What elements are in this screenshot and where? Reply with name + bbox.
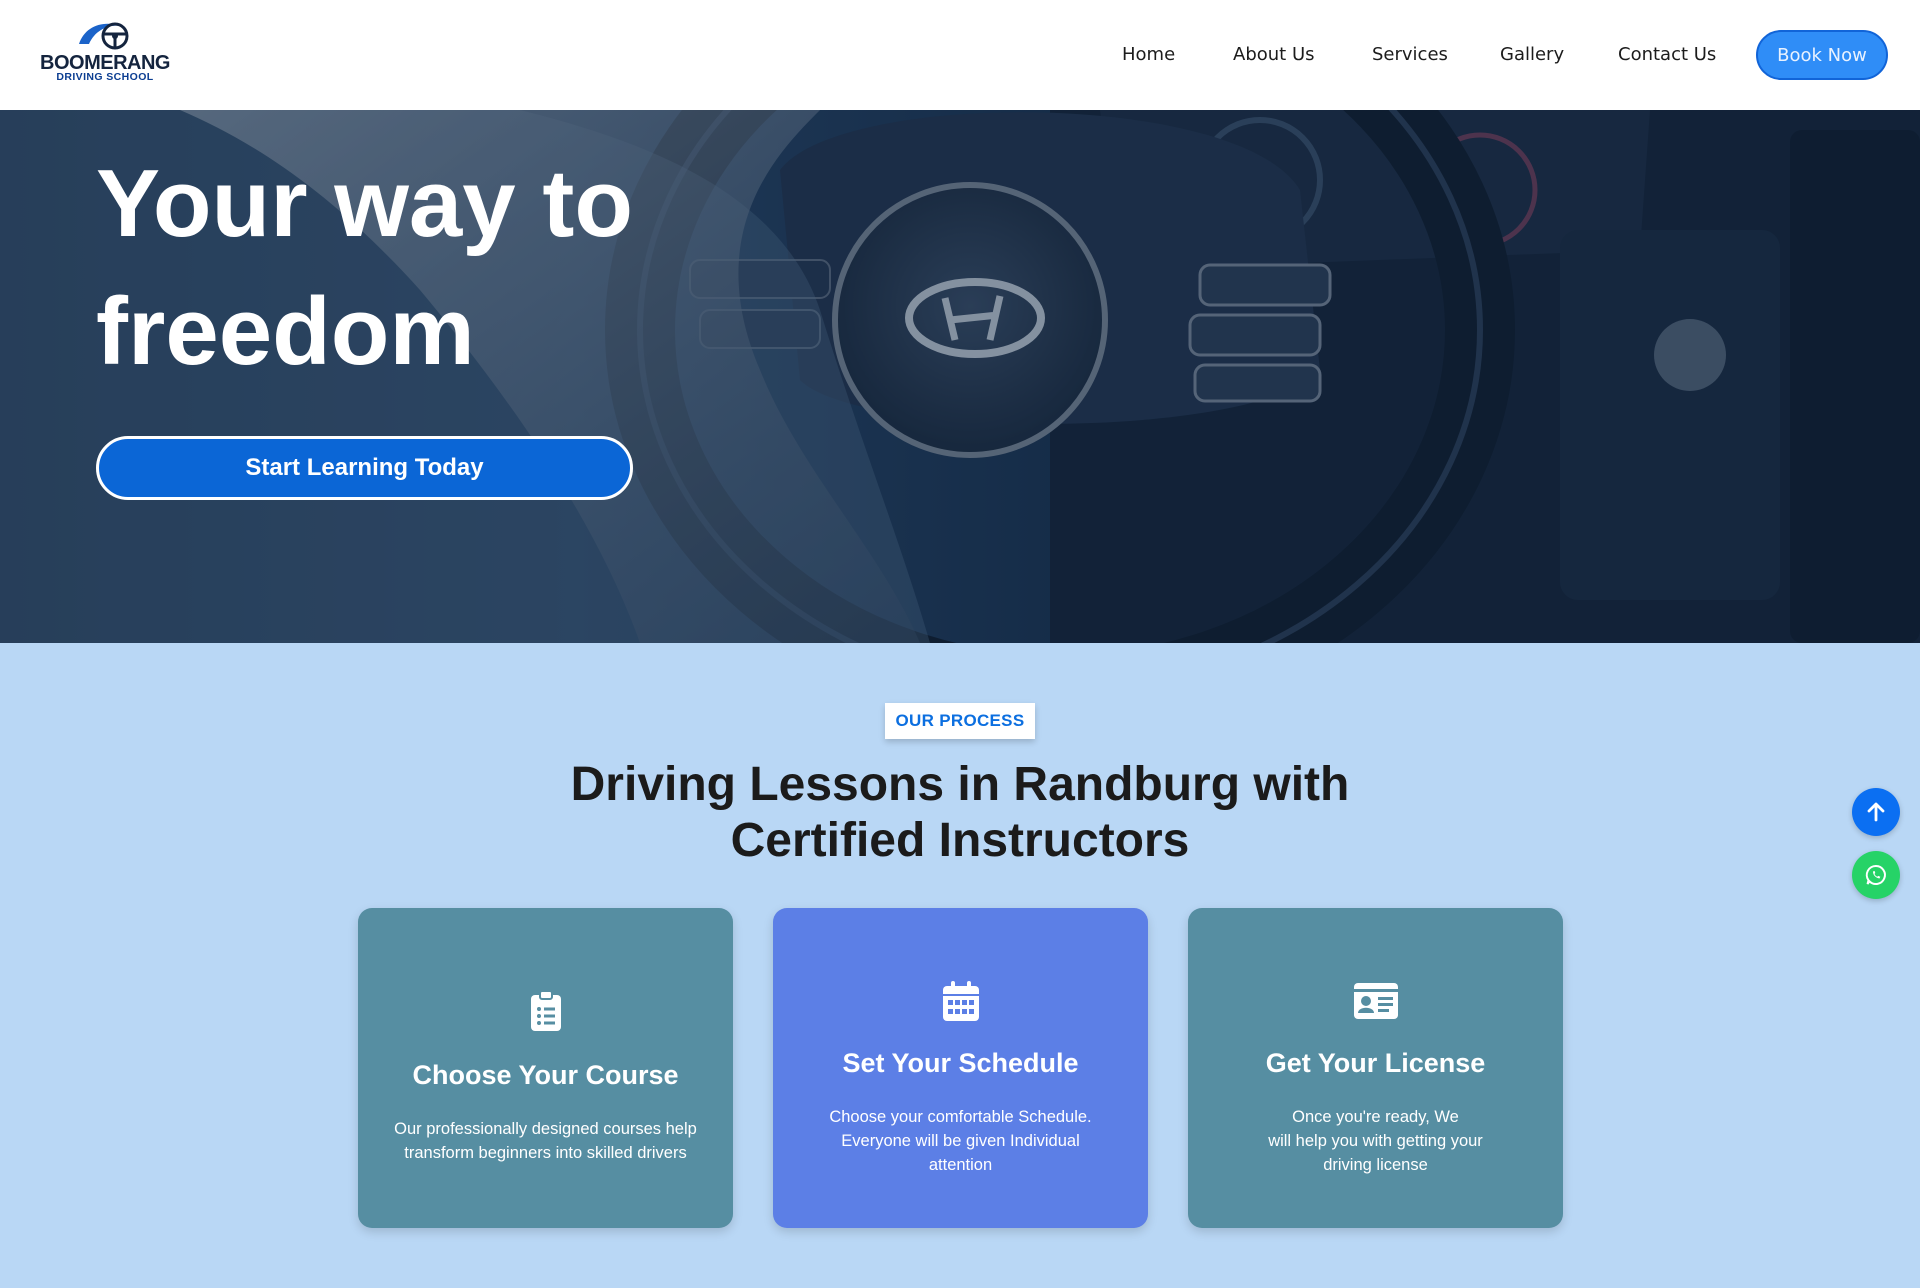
calendar-icon — [773, 980, 1148, 1022]
card-description: Our professionally designed courses help… — [388, 1117, 703, 1165]
steering-wheel-logo-icon — [79, 22, 129, 50]
start-learning-button[interactable]: Start Learning Today — [96, 436, 633, 500]
hero-title: Your way to freedom — [96, 140, 796, 396]
card-description: Once you're ready, We will help you with… — [1218, 1105, 1533, 1177]
site-logo[interactable]: BOOMERANG DRIVING SCHOOL — [40, 18, 170, 88]
site-header: BOOMERANG DRIVING SCHOOL Home About Us S… — [0, 0, 1920, 110]
card-text-line: will help you with getting your — [1268, 1132, 1483, 1150]
nav-home[interactable]: Home — [1122, 44, 1175, 65]
card-text-line: Choose your comfortable Schedule. — [829, 1108, 1092, 1126]
nav-about-us[interactable]: About Us — [1233, 44, 1315, 65]
process-card-set-schedule: Set Your Schedule Choose your comfortabl… — [773, 908, 1148, 1228]
card-title: Choose Your Course — [412, 1060, 679, 1090]
card-title: Get Your License — [1265, 1048, 1486, 1078]
clipboard-list-icon — [358, 990, 733, 1032]
hero-title-line2: freedom — [96, 278, 475, 385]
process-card-get-license: Get Your License Once you're ready, We w… — [1188, 908, 1563, 1228]
card-text-line: Everyone will be given Individual — [841, 1132, 1080, 1150]
card-text-line: attention — [928, 1156, 993, 1174]
card-description: Choose your comfortable Schedule. Everyo… — [803, 1105, 1118, 1177]
book-now-button[interactable]: Book Now — [1756, 30, 1888, 80]
section-title-line1: Driving Lessons in Randburg with — [570, 758, 1350, 811]
whatsapp-button[interactable] — [1852, 851, 1900, 899]
hero-title-line1: Your way to — [96, 150, 633, 257]
card-text-line: driving license — [1323, 1156, 1428, 1174]
hero-section: Your way to freedom Start Learning Today — [0, 110, 1920, 643]
section-badge: OUR PROCESS — [885, 703, 1035, 739]
nav-gallery[interactable]: Gallery — [1500, 44, 1564, 65]
nav-contact-us[interactable]: Contact Us — [1618, 44, 1716, 65]
card-title: Set Your Schedule — [842, 1048, 1079, 1078]
card-text-line: Once you're ready, We — [1292, 1108, 1459, 1126]
whatsapp-icon — [1865, 864, 1886, 885]
id-card-icon — [1188, 982, 1563, 1020]
scroll-to-top-button[interactable] — [1852, 788, 1900, 836]
section-title: Driving Lessons in Randburg with Certifi… — [460, 757, 1460, 869]
arrow-up-icon — [1867, 802, 1885, 822]
card-text-line: Our professionally designed courses help — [394, 1120, 697, 1138]
section-title-line2: Certified Instructors — [730, 814, 1190, 867]
nav-services[interactable]: Services — [1372, 44, 1448, 65]
logo-subtitle: DRIVING SCHOOL — [56, 71, 154, 83]
card-text-line: transform beginners into skilled drivers — [404, 1144, 687, 1162]
process-card-choose-course: Choose Your Course Our professionally de… — [358, 908, 733, 1228]
